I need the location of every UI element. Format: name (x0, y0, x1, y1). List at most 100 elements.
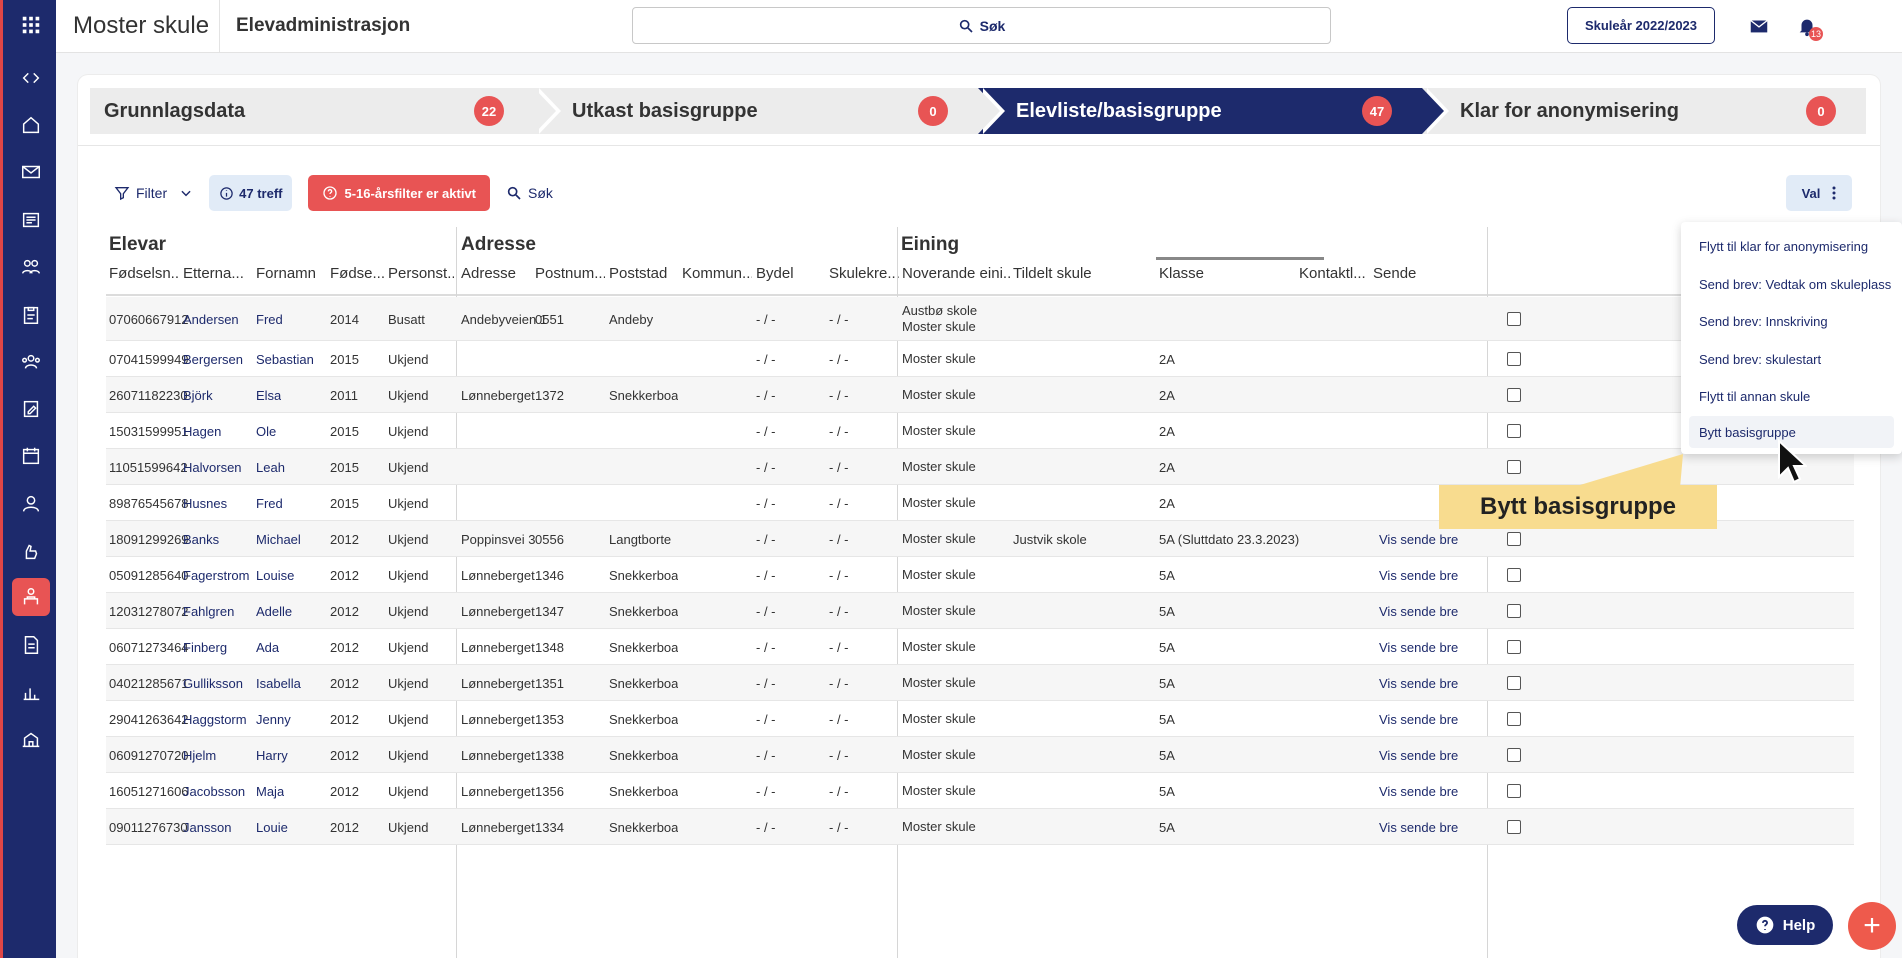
age-filter-alert[interactable]: 5-16-årsfilter er aktivt (308, 175, 490, 211)
cell-fodselsnummer: 11051599642 (109, 459, 188, 475)
column-header[interactable]: Klasse (1159, 265, 1299, 282)
table-row[interactable]: 06071273464 Finberg Ada 2012 Ukjend Lønneberg… (106, 629, 1854, 665)
column-header[interactable]: Kontaktl... (1299, 265, 1369, 282)
document-icon[interactable] (12, 626, 50, 664)
column-header[interactable]: Etterna... (183, 265, 253, 282)
column-header[interactable]: Fornamn (256, 265, 326, 282)
column-header[interactable]: Poststad (609, 265, 679, 282)
table-row[interactable]: 09011276730 Jansson Louie 2012 Ukjend Lønnebe… (106, 809, 1854, 845)
table-row[interactable]: 07060667912 Andersen Fred 2014 Busatt Andebyv… (106, 297, 1854, 341)
column-header[interactable]: Personst... (388, 265, 454, 282)
table-row[interactable]: 26071182230 Björk Elsa 2011 Ukjend Lønneberge… (106, 377, 1854, 413)
cell-fornamn: Harry (256, 747, 288, 763)
row-checkbox[interactable] (1507, 604, 1521, 618)
bell-icon[interactable]: 13 (1794, 13, 1823, 41)
filter-button[interactable]: Filter (114, 185, 193, 201)
table-row[interactable]: 05091285640 Fagerstrom Louise 2012 Ukjend Løn… (106, 557, 1854, 593)
column-header[interactable]: Fødse... (330, 265, 384, 282)
cell-poststad: Snekkerboa (609, 567, 679, 583)
row-checkbox[interactable] (1507, 460, 1521, 474)
step-grunnlagsdata[interactable]: Grunnlagsdata 22 (90, 88, 561, 134)
global-search-input[interactable]: Søk (632, 7, 1331, 44)
apps-grid-icon[interactable] (12, 6, 50, 44)
menu-item-vedtak[interactable]: Send brev: Vedtak om skuleplass (1689, 268, 1894, 300)
val-menu-button[interactable]: Val (1786, 175, 1852, 211)
school-year-button[interactable]: Skuleår 2022/2023 (1567, 7, 1715, 44)
table-row[interactable]: 04021285671 Gulliksson Isabella 2012 Ukjend L… (106, 665, 1854, 701)
cell-noverande-eining: Moster skule (902, 629, 976, 665)
row-checkbox[interactable] (1507, 820, 1521, 834)
calendar-icon[interactable] (12, 437, 50, 475)
hits-badge[interactable]: 47 treff (209, 175, 293, 211)
menu-item-skulestart[interactable]: Send brev: skulestart (1689, 343, 1894, 375)
chart-icon[interactable] (12, 673, 50, 711)
step-klar-for-anonymisering[interactable]: Klar for anonymisering 0 (1422, 88, 1866, 134)
users-icon[interactable] (12, 248, 50, 286)
column-header[interactable]: Bydel (756, 265, 826, 282)
menu-item-flytt-til-klar[interactable]: Flytt til klar for anonymisering (1689, 230, 1894, 262)
school-icon[interactable] (12, 720, 50, 758)
row-checkbox[interactable] (1507, 748, 1521, 762)
table-row[interactable]: 07041599949 Bergersen Sebastian 2015 Ukjend -… (106, 341, 1854, 377)
menu-item-innskriving[interactable]: Send brev: Innskriving (1689, 305, 1894, 337)
column-header[interactable]: Fødselsn... (109, 265, 179, 282)
column-header[interactable]: Sende (1373, 265, 1433, 282)
column-header[interactable]: Kommun... (682, 265, 752, 282)
home-icon[interactable] (12, 106, 50, 144)
row-checkbox[interactable] (1507, 352, 1521, 366)
mail-icon[interactable] (1746, 13, 1772, 39)
row-checkbox[interactable] (1507, 532, 1521, 546)
vis-label: Vis sende brev (1379, 711, 1458, 727)
column-header[interactable]: Tildelt skule (1013, 265, 1153, 282)
vis-sende-brev-link[interactable]: Vis sende brev (1373, 737, 1458, 773)
row-checkbox[interactable] (1507, 312, 1521, 326)
vis-sende-brev-link[interactable]: Vis sende brev (1373, 557, 1458, 593)
edit-doc-icon[interactable] (12, 390, 50, 428)
row-checkbox[interactable] (1507, 784, 1521, 798)
eining-line: Moster skule (902, 459, 976, 474)
row-checkbox[interactable] (1507, 712, 1521, 726)
row-checkbox[interactable] (1507, 388, 1521, 402)
news-icon[interactable] (12, 201, 50, 239)
cell-postnummer: 1334 (535, 819, 564, 835)
cell-personstatus: Ukjend (388, 639, 429, 655)
column-header[interactable]: Noverande eini... (902, 265, 1010, 282)
menu-item-flytt-annan-skule[interactable]: Flytt til annan skule (1689, 380, 1894, 412)
question-icon (1756, 916, 1774, 934)
table-search-button[interactable]: Søk (506, 185, 553, 201)
student-icon[interactable] (12, 578, 50, 616)
vis-sende-brev-link[interactable]: Vis sende brev (1373, 773, 1458, 809)
step-elevliste-basisgruppe[interactable]: Elevliste/basisgruppe 47 (978, 88, 1449, 134)
cell-postnummer: 1353 (535, 711, 564, 727)
vis-sende-brev-link[interactable]: Vis sende brev (1373, 629, 1458, 665)
column-header[interactable]: Skulekre... (829, 265, 899, 282)
help-button[interactable]: Help (1737, 905, 1833, 945)
hand-icon[interactable] (12, 532, 50, 570)
column-header[interactable]: Adresse (461, 265, 531, 282)
cell-fodselsaar: 2012 (330, 639, 359, 655)
table-row[interactable]: 15031599951 Hagen Ole 2015 Ukjend - / - - / - 2… (106, 413, 1854, 449)
person-icon[interactable] (12, 485, 50, 523)
table-row[interactable]: 29041263642 Haggstorm Jenny 2012 Ukjend Lønne… (106, 701, 1854, 737)
table-row[interactable]: 16051271606 Jacobsson Maja 2012 Ukjend Lønneb… (106, 773, 1854, 809)
group-icon[interactable] (12, 343, 50, 381)
vis-sende-brev-link[interactable]: Vis sende brev (1373, 593, 1458, 629)
collapse-icon[interactable] (12, 59, 50, 97)
table-row[interactable]: 12031278072 Fahlgren Adelle 2012 Ukjend Lønne… (106, 593, 1854, 629)
vis-sende-brev-link[interactable]: Vis sende brev (1373, 809, 1458, 845)
vis-sende-brev-link[interactable]: Vis sende brev (1373, 665, 1458, 701)
column-header[interactable]: Postnum... (535, 265, 605, 282)
add-button[interactable]: + (1848, 902, 1896, 950)
eining-line: Moster skule (902, 639, 976, 654)
cell-noverande-eining: Moster skule (902, 737, 976, 773)
mail-icon[interactable] (12, 153, 50, 191)
row-checkbox[interactable] (1507, 676, 1521, 690)
row-checkbox[interactable] (1507, 424, 1521, 438)
step-utkast-basisgruppe[interactable]: Utkast basisgruppe 0 (534, 88, 1005, 134)
table-row[interactable]: 06091270720 Hjelm Harry 2012 Ukjend Lønneberg… (106, 737, 1854, 773)
vis-sende-brev-link[interactable]: Vis sende brev (1373, 701, 1458, 737)
row-checkbox[interactable] (1507, 640, 1521, 654)
row-checkbox[interactable] (1507, 568, 1521, 582)
clipboard-icon[interactable] (12, 296, 50, 334)
vis-label: Vis sende brev (1379, 603, 1458, 619)
